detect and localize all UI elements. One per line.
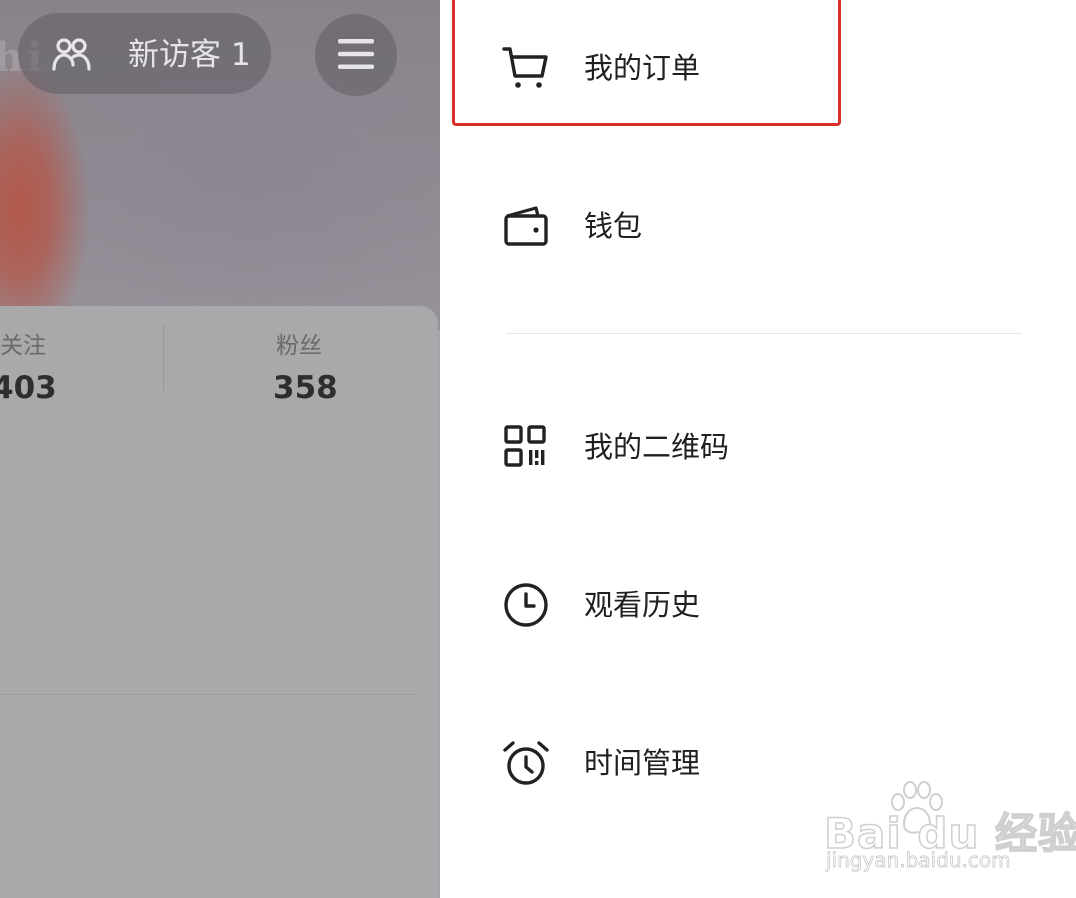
followers-label[interactable]: 粉丝 [276, 326, 322, 360]
qr-code-icon [504, 425, 546, 467]
followers-count[interactable]: 358 [273, 370, 338, 406]
baidu-watermark: Bai du 经验 jingyan.baidu.com [822, 778, 1076, 882]
stats-divider [163, 323, 164, 390]
profile-backdrop[interactable]: hi 新访客 1 关注 403 粉丝 358 [0, 0, 440, 898]
people-icon [52, 38, 91, 71]
profile-stats-card [0, 306, 438, 898]
hamburger-menu-button[interactable] [315, 14, 397, 96]
clock-icon [504, 583, 548, 627]
new-visitor-button[interactable]: 新访客 1 [18, 13, 271, 94]
menu-item-label: 观看历史 [584, 588, 701, 622]
menu-item-my-qr-code[interactable]: 我的二维码 [490, 405, 1030, 485]
following-label[interactable]: 关注 [0, 326, 46, 360]
menu-divider [506, 333, 1022, 334]
new-visitor-label: 新访客 1 [128, 37, 251, 73]
following-count[interactable]: 403 [0, 370, 57, 406]
alarm-clock-icon [503, 741, 549, 785]
menu-item-label: 时间管理 [584, 746, 701, 780]
menu-item-wallet[interactable]: 钱包 [490, 184, 1030, 264]
cart-icon [502, 47, 548, 88]
menu-item-label: 钱包 [584, 209, 643, 243]
menu-item-my-orders[interactable]: 我的订单 [490, 26, 1030, 106]
menu-item-label: 我的订单 [584, 51, 701, 85]
side-drawer-menu: 我的订单 钱包 我的二维码 观看历史 时间管理 [440, 0, 1076, 898]
menu-item-label: 我的二维码 [584, 430, 730, 464]
baidu-url-text: jingyan.baidu.com [826, 848, 1011, 873]
wallet-icon [504, 206, 548, 246]
section-divider [0, 694, 416, 695]
menu-item-watch-history[interactable]: 观看历史 [490, 563, 1030, 643]
hamburger-icon [338, 39, 374, 69]
